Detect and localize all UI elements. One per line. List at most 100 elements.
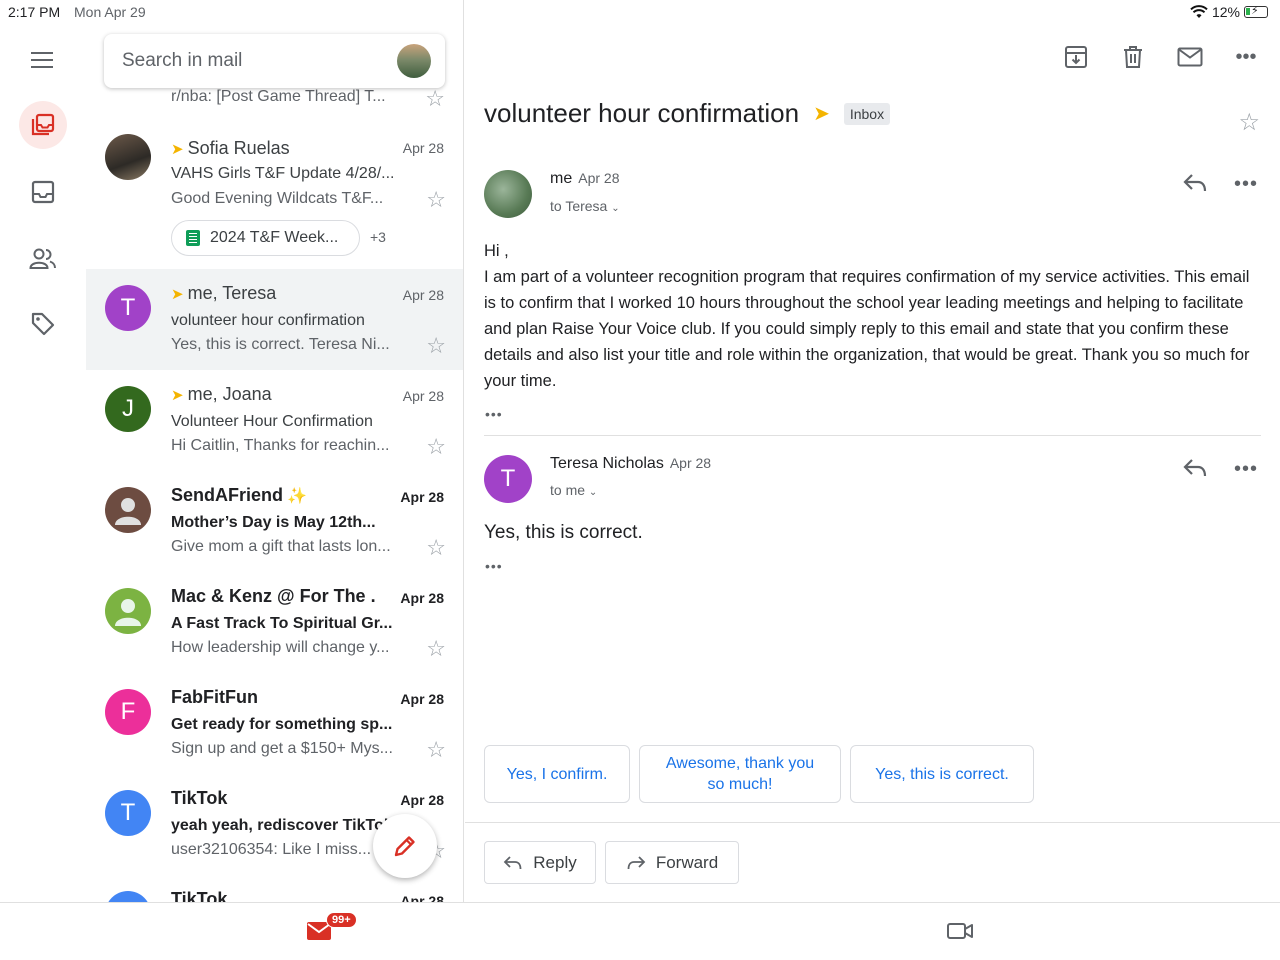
message-text: I am part of a volunteer recognition pro…: [484, 268, 1250, 390]
important-marker-icon: ➤: [171, 285, 184, 303]
forward-icon: [627, 855, 646, 869]
all-inboxes-icon: [31, 113, 55, 136]
archive-button[interactable]: [1063, 44, 1089, 70]
show-trimmed-icon[interactable]: •••: [485, 558, 503, 574]
star-icon[interactable]: ☆: [426, 737, 446, 763]
all-inboxes-button[interactable]: [19, 101, 67, 149]
avatar: [105, 134, 151, 180]
chevron-down-icon: ⌄: [611, 203, 620, 214]
list-item-selected[interactable]: T ➤ me, Teresa Apr 28 volunteer hour conf…: [86, 269, 463, 370]
list-item-subject: A Fast Track To Spiritual Gr...: [171, 615, 393, 632]
more-options-icon[interactable]: •••: [1233, 44, 1259, 70]
star-icon[interactable]: ☆: [426, 333, 446, 359]
sender-avatar[interactable]: T: [484, 455, 532, 503]
avatar: [105, 487, 151, 533]
important-marker-icon: ➤: [171, 386, 184, 404]
list-item-snippet: Hi Caitlin, Thanks for reachin...: [171, 437, 390, 454]
unread-count-badge: 99+: [326, 912, 357, 928]
sender-avatar[interactable]: [484, 170, 532, 218]
attachment-chip[interactable]: 2024 T&F Week...: [171, 220, 360, 256]
star-icon[interactable]: ☆: [426, 636, 446, 662]
star-icon[interactable]: ☆: [425, 86, 445, 112]
list-item[interactable]: Mac & Kenz @ For The . Apr 28 A Fast Tra…: [86, 572, 463, 673]
tag-icon: [31, 312, 55, 336]
reading-pane: ••• volunteer hour confirmation ➤ Inbox …: [465, 0, 1280, 902]
list-item[interactable]: J ➤ me, Joana Apr 28 Volunteer Hour Confi…: [86, 370, 463, 471]
list-item-snippet: Good Evening Wildcats T&F...: [171, 190, 384, 207]
star-icon[interactable]: ☆: [426, 434, 446, 460]
message-recipients[interactable]: to me ⌄: [550, 482, 597, 498]
list-item-subject: VAHS Girls T&F Update 4/28/...: [171, 165, 395, 182]
message-sender[interactable]: me Apr 28: [550, 170, 619, 188]
list-item[interactable]: F FabFitFun Apr 28 Get ready for somethi…: [86, 673, 463, 774]
delete-button[interactable]: [1120, 44, 1146, 70]
compose-button[interactable]: [373, 814, 437, 878]
chevron-down-icon: ⌄: [588, 487, 598, 498]
list-item[interactable]: TikTok Apr 28: [86, 875, 463, 902]
battery-icon: ⚡: [1244, 5, 1268, 18]
list-item-snippet: How leadership will change y...: [171, 639, 390, 656]
video-camera-icon: [947, 923, 973, 939]
wifi-icon: [1190, 5, 1208, 18]
search-bar[interactable]: Search in mail: [104, 34, 445, 88]
archive-icon: [1065, 46, 1087, 68]
status-bar: 2:17 PM Mon Apr 29 12% ⚡: [0, 0, 1280, 24]
inbox-button[interactable]: [19, 168, 67, 216]
labels-button[interactable]: [19, 300, 67, 348]
mail-icon: [1177, 47, 1203, 67]
avatar: T: [105, 790, 151, 836]
message-body: Hi , I am part of a volunteer recognitio…: [484, 238, 1264, 394]
show-trimmed-icon[interactable]: •••: [485, 406, 503, 422]
reply-button[interactable]: [1182, 172, 1208, 198]
reply-button[interactable]: [1182, 457, 1208, 483]
attachment-more-count[interactable]: +3: [370, 229, 386, 245]
list-item-date: Apr 28: [400, 590, 444, 606]
avatar: F: [105, 689, 151, 735]
message-more-icon[interactable]: •••: [1234, 458, 1258, 481]
list-item-date: Apr 28: [402, 287, 444, 303]
list-item-sender: TikTok: [171, 889, 228, 902]
message-recipients[interactable]: to Teresa ⌄: [550, 198, 620, 214]
list-item-subject: Volunteer Hour Confirmation: [171, 413, 373, 430]
list-item-snippet: Give mom a gift that lasts lon...: [171, 538, 391, 555]
important-marker-icon[interactable]: ➤: [813, 101, 830, 126]
list-item-sender: ➤ Sofia Ruelas: [171, 138, 290, 158]
inbox-icon: [31, 180, 55, 204]
list-item-sender: TikTok: [171, 788, 228, 808]
list-item[interactable]: ➤ Sofia Ruelas Apr 28 VAHS Girls T&F Upda…: [86, 118, 463, 219]
reply-action-button[interactable]: Reply: [484, 841, 596, 884]
important-marker-icon: ➤: [171, 140, 184, 158]
person-icon: [115, 599, 141, 626]
list-item-subject: volunteer hour confirmation: [171, 312, 365, 329]
mark-unread-button[interactable]: [1177, 44, 1203, 70]
list-item-date: Apr 28: [400, 489, 444, 505]
smart-reply-button[interactable]: Yes, this is correct.: [850, 745, 1034, 803]
star-icon[interactable]: ☆: [426, 187, 446, 213]
message-list: Search in mail r/nba: [Post Game Thread]…: [86, 0, 464, 902]
smart-reply-button[interactable]: Awesome, thank you so much!: [639, 745, 841, 803]
list-item-partial-subject[interactable]: r/nba: [Post Game Thread] T...: [171, 88, 386, 106]
forward-action-button[interactable]: Forward: [605, 841, 739, 884]
message-greeting: Hi ,: [484, 242, 509, 260]
avatar: [105, 891, 151, 902]
avatar: T: [105, 285, 151, 331]
list-item-sender: ➤ me, Teresa: [171, 283, 277, 303]
contacts-button[interactable]: [19, 235, 67, 283]
reply-icon: [503, 855, 522, 869]
reply-icon: [1183, 174, 1207, 192]
message-sender[interactable]: Teresa Nicholas Apr 28: [550, 455, 711, 473]
label-chip[interactable]: Inbox: [843, 102, 891, 125]
status-right: 12% ⚡: [1190, 4, 1268, 20]
star-icon[interactable]: ☆: [426, 535, 446, 561]
message-more-icon[interactable]: •••: [1234, 173, 1258, 196]
list-item[interactable]: SendAFriend ✨ Apr 28 Mother’s Day is May …: [86, 471, 463, 572]
menu-button[interactable]: [19, 36, 67, 84]
smart-reply-button[interactable]: Yes, I confirm.: [484, 745, 630, 803]
search-input[interactable]: Search in mail: [122, 50, 242, 72]
nav-rail: [0, 24, 86, 902]
thread-star-icon[interactable]: ☆: [1238, 108, 1260, 137]
list-item-date: Apr 28: [402, 388, 444, 404]
account-avatar[interactable]: [397, 44, 431, 78]
sparkle-icon: ✨: [287, 487, 307, 505]
meet-tab[interactable]: [946, 921, 974, 946]
